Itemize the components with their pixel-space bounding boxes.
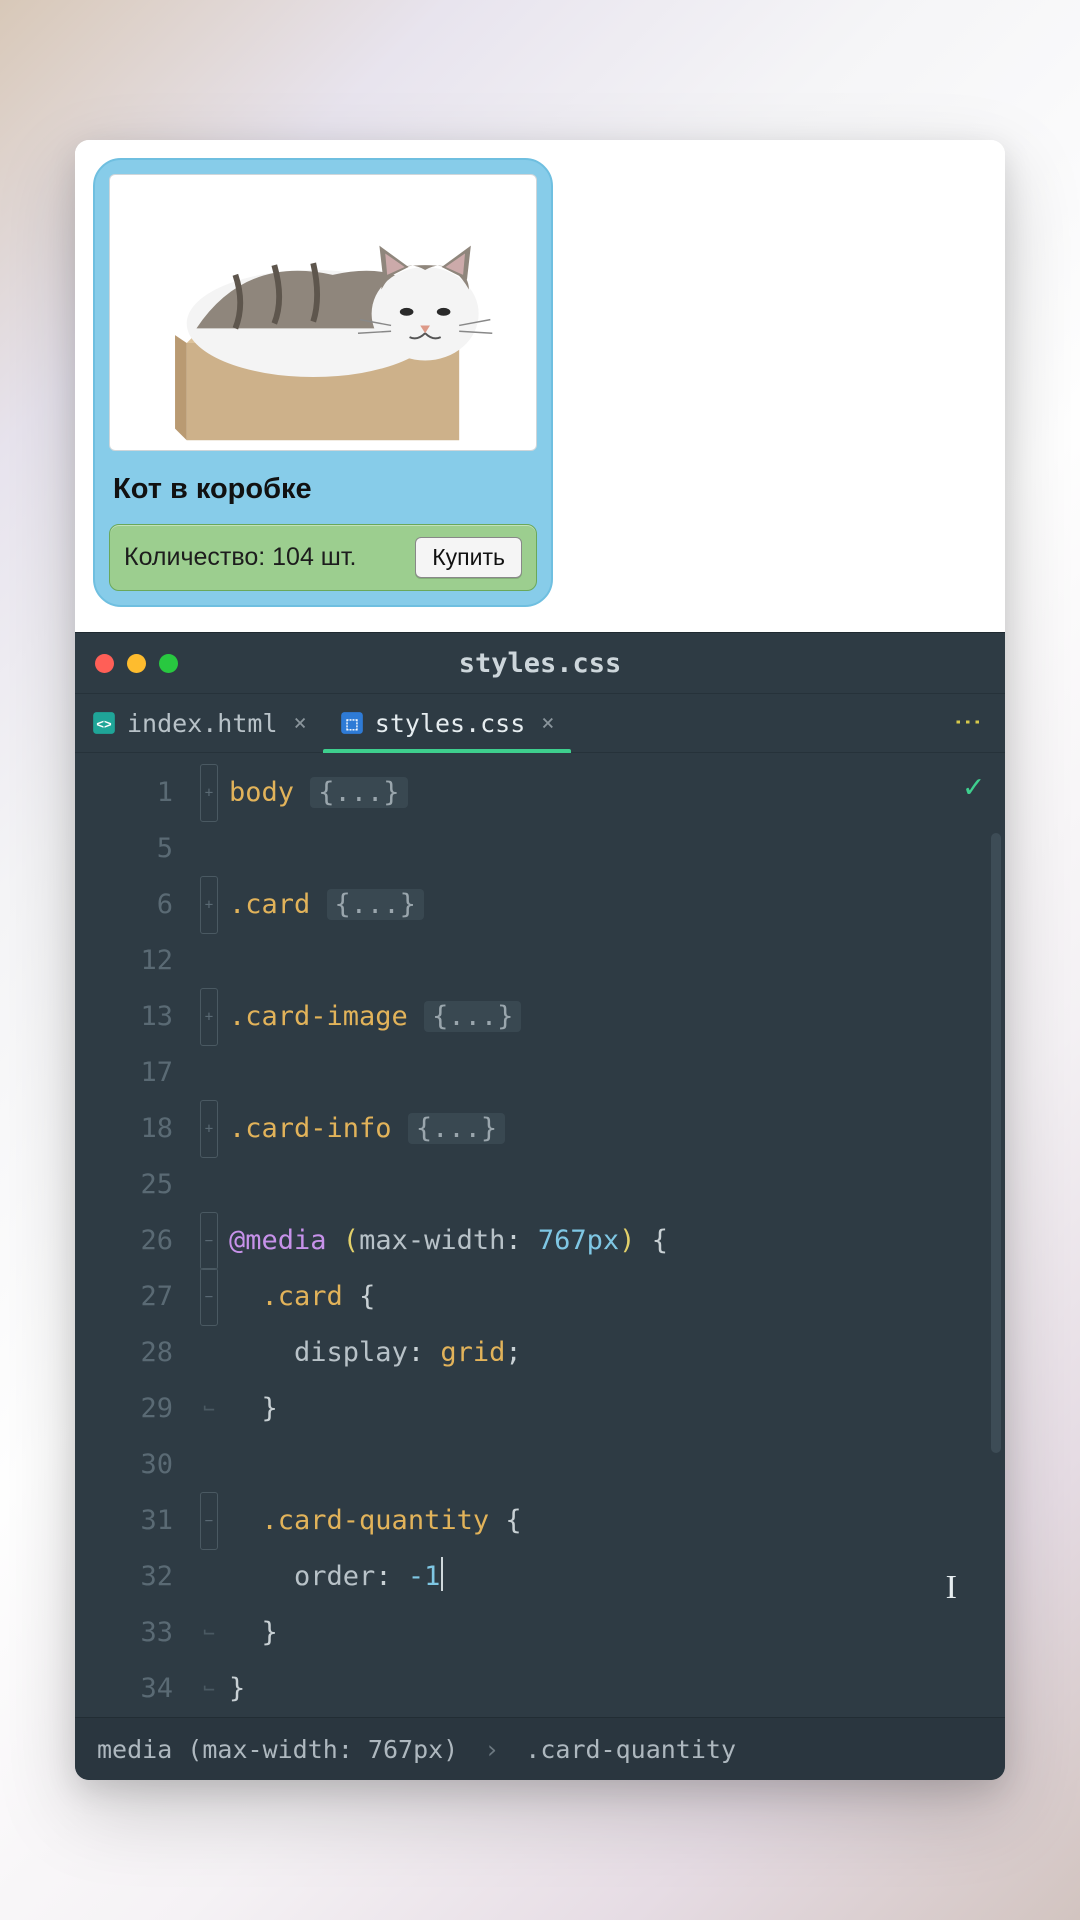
card-image [109, 174, 537, 451]
code-content[interactable]: body {...}.card {...}.card-image {...}.c… [223, 753, 1005, 1717]
svg-text:⬚: ⬚ [345, 715, 358, 731]
tab-label: styles.css [375, 709, 526, 738]
breadcrumb-segment[interactable]: .card-quantity [525, 1735, 736, 1764]
minimize-window-icon[interactable] [127, 654, 146, 673]
traffic-lights [95, 654, 178, 673]
close-tab-icon[interactable]: × [294, 711, 307, 736]
cat-in-box-illustration [127, 197, 519, 450]
window-title: styles.css [75, 648, 1005, 679]
scrollbar-thumb[interactable] [991, 833, 1001, 1453]
inspection-ok-icon[interactable]: ✓ [964, 767, 983, 805]
code-area[interactable]: 1561213171825262728293031323334 ++++−−⌐−… [75, 753, 1005, 1717]
card-title: Кот в коробке [113, 473, 533, 506]
tab-overflow-menu-icon[interactable]: ⋮ [952, 708, 985, 738]
chevron-right-icon: › [484, 1735, 499, 1764]
breadcrumb-segment[interactable]: media (max-width: 767px) [97, 1735, 458, 1764]
buy-button[interactable]: Купить [415, 537, 522, 578]
code-editor: styles.css <> index.html × ⬚ styles.css … [75, 632, 1005, 1780]
tab-index-html[interactable]: <> index.html × [75, 694, 323, 752]
quantity-label: Количество: 104 шт. [124, 543, 356, 572]
app-window: Кот в коробке Количество: 104 шт. Купить… [75, 140, 1005, 1780]
card-info-bar: Количество: 104 шт. Купить [109, 524, 537, 591]
window-titlebar: styles.css [75, 633, 1005, 694]
tab-styles-css[interactable]: ⬚ styles.css × [323, 694, 571, 752]
line-number-gutter: 1561213171825262728293031323334 [75, 753, 195, 1717]
css-file-icon: ⬚ [339, 710, 365, 736]
breadcrumb[interactable]: media (max-width: 767px) › .card-quantit… [75, 1717, 1005, 1780]
svg-text:<>: <> [96, 716, 112, 731]
zoom-window-icon[interactable] [159, 654, 178, 673]
html-file-icon: <> [91, 710, 117, 736]
text-cursor-icon: I [946, 1569, 957, 1607]
preview-pane: Кот в коробке Количество: 104 шт. Купить [75, 140, 1005, 632]
tab-label: index.html [127, 709, 278, 738]
close-tab-icon[interactable]: × [541, 711, 554, 736]
product-card: Кот в коробке Количество: 104 шт. Купить [93, 158, 553, 607]
close-window-icon[interactable] [95, 654, 114, 673]
tab-bar: <> index.html × ⬚ styles.css × ⋮ [75, 694, 1005, 753]
fold-gutter[interactable]: ++++−−⌐−⌐⌐ [195, 753, 223, 1717]
